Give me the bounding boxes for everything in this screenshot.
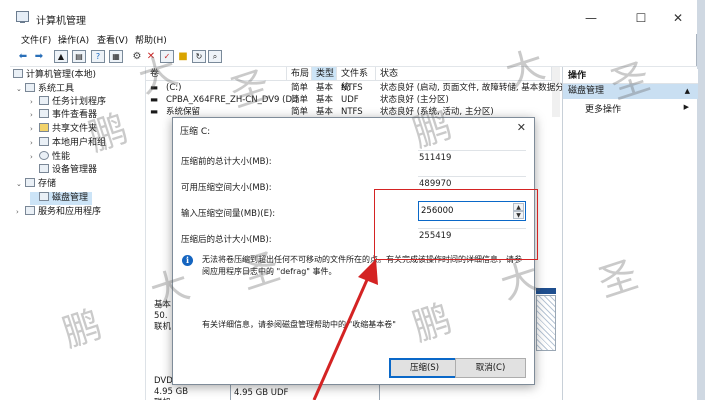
tree-item-event-viewer[interactable]: › 事件查看器 (30, 109, 97, 122)
chevron-right-icon[interactable]: › (30, 151, 39, 164)
event-icon (39, 109, 49, 118)
chevron-right-icon[interactable]: › (30, 96, 39, 109)
users-icon (39, 137, 49, 146)
tree-root[interactable]: 计算机管理(本地) (13, 69, 96, 82)
column-header-status[interactable]: 状态 (376, 67, 552, 81)
disk0-partition[interactable] (536, 295, 556, 351)
services-icon (25, 206, 35, 215)
close-button[interactable]: ✕ (658, 6, 698, 30)
delete-icon[interactable]: ✕ (144, 50, 158, 63)
menu-help[interactable]: 帮助(H) (135, 33, 167, 46)
title-bar: 计算机管理 — ☐ ✕ (10, 0, 697, 34)
toolbar: ⬅ ➡ ▲ ▤ ? ▦ ⚙ ✕ ✓ ■ ↻ ⌕ (10, 47, 697, 67)
shrink-amount-label: 输入压缩空间量(MB)(E): (181, 209, 276, 219)
device-icon (39, 164, 49, 173)
forward-icon[interactable]: ➡ (32, 50, 46, 63)
chevron-down-icon[interactable]: ⌄ (16, 178, 25, 191)
check-icon[interactable]: ✓ (160, 50, 174, 63)
up-icon[interactable]: ▲ (54, 50, 68, 63)
connect-icon[interactable]: ⚙ (130, 50, 144, 63)
tree-item-performance[interactable]: › 性能 (30, 151, 70, 164)
navigation-tree: 计算机管理(本地) ⌄ 系统工具 › 任务计划程序 › 事件查看器 › 共享文件夹 › 本… (10, 67, 146, 400)
menu-view[interactable]: 查看(V) (97, 33, 128, 46)
chevron-right-icon[interactable]: › (16, 206, 25, 219)
back-icon[interactable]: ⬅ (16, 50, 30, 63)
menu-file[interactable]: 文件(F) (21, 33, 51, 46)
storage-icon (25, 178, 35, 187)
actions-more-actions[interactable]: 更多操作 (585, 102, 621, 115)
column-header-type[interactable]: 类型 (312, 67, 337, 81)
chevron-right-icon: ▶ (683, 103, 689, 111)
computer-management-icon (16, 11, 29, 23)
info-icon: i (182, 255, 193, 266)
actions-header: 操作 (563, 69, 698, 84)
table-row[interactable]: ▬ (C:) 简单 基本 NTFS 状态良好 (启动, 页面文件, 故障转储, … (146, 82, 576, 94)
drive-icon: ▬ (150, 107, 159, 117)
total-before-label: 压缩前的总计大小(MB): (181, 157, 272, 167)
disk0-info[interactable]: 基本 50. 联机 (154, 300, 171, 333)
clock-icon (39, 96, 49, 105)
computer-icon (13, 69, 23, 78)
tree-item-local-users[interactable]: › 本地用户和组 (30, 137, 106, 150)
drive-icon: ▬ (150, 95, 159, 105)
table-row[interactable]: ▬ CPBA_X64FRE_ZH-CN_DV9 (D:) 简单 基本 UDF 状… (146, 94, 552, 106)
collapse-up-icon[interactable]: ▲ (685, 84, 690, 99)
tree-item-device-manager[interactable]: 设备管理器 (30, 164, 97, 177)
tree-item-system-tools[interactable]: ⌄ 系统工具 (16, 83, 74, 96)
help-icon[interactable]: ? (91, 50, 105, 63)
annotation-arrow-icon (312, 259, 378, 400)
maximize-button[interactable]: ☐ (621, 6, 661, 30)
column-header-filesystem[interactable]: 文件系统 (337, 67, 376, 93)
desktop-background (697, 0, 705, 400)
window-title: 计算机管理 (36, 16, 86, 27)
minimize-button[interactable]: — (571, 6, 611, 30)
dialog-title: 压缩 C: (180, 127, 211, 137)
tree-item-storage[interactable]: ⌄ 存储 (16, 178, 56, 191)
folder-icon[interactable]: ■ (176, 50, 190, 63)
chevron-right-icon[interactable]: › (30, 137, 39, 150)
highlight-box (374, 189, 538, 260)
tools-icon (25, 83, 35, 92)
dialog-close-icon[interactable]: ✕ (517, 121, 526, 134)
disk-icon (39, 192, 49, 201)
refresh-icon[interactable]: ↻ (192, 50, 206, 63)
view-icon[interactable]: ▦ (109, 50, 123, 63)
available-label: 可用压缩空间大小(MB): (181, 183, 272, 193)
tree-item-services-apps[interactable]: › 服务和应用程序 (16, 206, 101, 219)
chevron-down-icon[interactable]: ⌄ (16, 83, 25, 96)
column-header-layout[interactable]: 布局 (287, 67, 312, 81)
folder-icon (39, 123, 49, 132)
menu-bar: 文件(F) 操作(A) 查看(V) 帮助(H) (10, 32, 697, 48)
tree-item-task-scheduler[interactable]: › 任务计划程序 (30, 96, 106, 109)
column-header-volume[interactable]: 卷 (146, 67, 287, 81)
drive-icon: ▬ (150, 83, 159, 93)
disk0-partition-bar (536, 288, 556, 294)
tree-item-shared-folders[interactable]: › 共享文件夹 (30, 123, 97, 136)
total-before-value: 511419 (418, 150, 526, 167)
properties-icon[interactable]: ▤ (72, 50, 86, 63)
tree-item-disk-management[interactable]: 磁盘管理 (30, 192, 93, 205)
actions-section-disk-management[interactable]: 磁盘管理 ▲ (563, 84, 698, 99)
actions-pane: 操作 磁盘管理 ▲ 更多操作 ▶ (562, 67, 698, 400)
menu-action[interactable]: 操作(A) (58, 33, 89, 46)
shrink-button[interactable]: 压缩(S) (389, 358, 460, 378)
chevron-right-icon[interactable]: › (30, 123, 39, 136)
chevron-right-icon[interactable]: › (30, 109, 39, 122)
cancel-button[interactable]: 取消(C) (455, 358, 526, 378)
performance-icon (39, 151, 49, 160)
total-after-label: 压缩后的总计大小(MB): (181, 235, 272, 245)
search-icon[interactable]: ⌕ (208, 50, 222, 63)
